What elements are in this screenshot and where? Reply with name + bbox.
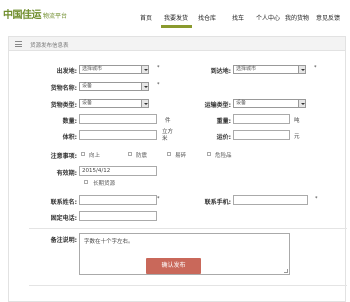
chevron-down-icon: [141, 83, 148, 90]
quantity-unit: 件: [165, 118, 171, 124]
chevron-down-icon: [141, 66, 148, 73]
site-header: 中国佳运 物流平台 首页 我要发货 找仓库 找车 个人中心 我的货物 意见反馈: [0, 0, 350, 28]
remarks-label: 备注说明:: [50, 237, 77, 244]
nav-find-warehouse[interactable]: 找仓库: [198, 13, 216, 22]
chevron-down-icon: [298, 66, 305, 73]
destination-select[interactable]: 选择城市: [233, 65, 306, 74]
freight-unit: 元: [294, 134, 300, 140]
chevron-down-icon: [141, 100, 148, 107]
chevron-down-icon: [298, 100, 305, 107]
validity-date-input[interactable]: 2015/4/12: [79, 166, 157, 176]
panel-title: 货源发布信息表: [30, 43, 69, 49]
volume-label: 体积:: [62, 134, 77, 141]
fragile-checkbox[interactable]: [167, 152, 171, 156]
nav-user-center[interactable]: 个人中心: [256, 13, 280, 22]
nav-ship-goods[interactable]: 我要发货: [164, 13, 188, 22]
main-nav: 首页 我要发货 找仓库 找车 个人中心 我的货物 意见反馈: [0, 13, 350, 23]
cargo-type-select-value: 设备: [82, 100, 93, 106]
validity-label: 有效期:: [56, 170, 77, 177]
nav-active-indicator: [161, 25, 192, 28]
contact-name-input[interactable]: [79, 195, 157, 205]
contact-mobile-input[interactable]: [233, 195, 308, 205]
cargo-type-label: 货物类型:: [50, 102, 77, 109]
cargo-type-select[interactable]: 设备: [79, 99, 149, 108]
landline-label: 固定电话:: [50, 215, 77, 222]
form-divider: [29, 228, 347, 229]
weight-unit: 吨: [294, 118, 300, 124]
weight-input[interactable]: [233, 114, 290, 124]
list-icon: [15, 41, 22, 47]
remarks-placeholder: 字数在十个字左右。: [84, 239, 134, 245]
resize-handle-icon[interactable]: [284, 269, 288, 273]
required-mark: *: [315, 196, 318, 202]
required-mark: *: [314, 65, 317, 71]
notes-label: 注意事项:: [50, 153, 77, 160]
upright-checkbox[interactable]: [81, 152, 85, 156]
transport-type-select-value: 设备: [236, 100, 247, 106]
origin-label: 出发地:: [56, 68, 77, 75]
contact-name-label: 联系姓名:: [50, 199, 77, 206]
transport-type-label: 运输类型:: [204, 102, 231, 109]
long-term-checkbox[interactable]: [84, 180, 88, 184]
upright-option-label: 向上: [89, 153, 101, 159]
origin-select-value: 选择城市: [82, 66, 103, 72]
nav-find-truck[interactable]: 找车: [232, 13, 244, 22]
shockproof-checkbox[interactable]: [128, 152, 132, 156]
volume-unit: 立方米: [162, 129, 174, 142]
origin-select[interactable]: 选择城市: [79, 65, 149, 74]
required-mark: *: [157, 65, 160, 71]
freight-label: 运价:: [216, 134, 231, 141]
destination-label: 到达地:: [210, 68, 231, 75]
landline-input[interactable]: [79, 211, 157, 221]
required-mark: *: [157, 196, 160, 202]
quantity-input[interactable]: [79, 114, 157, 124]
fragile-option-label: 易碎: [175, 153, 187, 159]
cargo-name-select-value: 设备: [82, 83, 93, 89]
panel-header: 货源发布信息表: [9, 37, 345, 51]
hazardous-checkbox[interactable]: [207, 152, 211, 156]
shockproof-option-label: 防震: [136, 153, 148, 159]
nav-my-goods[interactable]: 我的货物: [285, 13, 309, 22]
hazardous-option-label: 危险品: [215, 153, 232, 159]
volume-input[interactable]: [79, 130, 157, 140]
weight-label: 重量:: [216, 118, 231, 125]
confirm-publish-button[interactable]: 确认发布: [146, 258, 201, 274]
contact-mobile-label: 联系手机:: [204, 199, 231, 206]
long-term-option-label: 长期货源: [93, 181, 116, 187]
transport-type-select[interactable]: 设备: [233, 99, 306, 108]
destination-select-value: 选择城市: [236, 66, 257, 72]
form-divider: [29, 285, 347, 286]
cargo-name-select[interactable]: 设备: [79, 82, 149, 91]
nav-feedback[interactable]: 意见反馈: [316, 13, 340, 22]
required-mark: *: [157, 82, 160, 88]
quantity-label: 数量:: [62, 118, 77, 125]
nav-home[interactable]: 首页: [140, 13, 152, 22]
cargo-name-label: 货物名称:: [50, 85, 77, 92]
freight-input[interactable]: [233, 130, 290, 140]
